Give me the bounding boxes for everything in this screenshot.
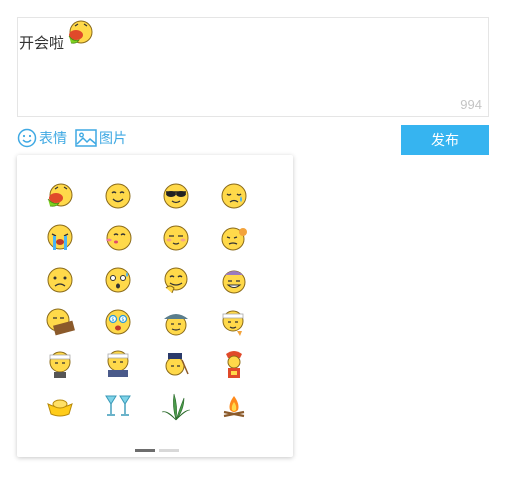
- emoji-plant[interactable]: [147, 385, 205, 427]
- headband-laptop-emoji-icon: [107, 350, 129, 377]
- emoji-shy[interactable]: [147, 217, 205, 259]
- hat-grin-emoji-icon: [222, 270, 246, 294]
- vomit-emoji-icon: [65, 18, 95, 52]
- emoji-bawl[interactable]: [31, 217, 89, 259]
- sunglasses-emoji-icon: [163, 183, 189, 209]
- beach-hat-emoji-icon: [164, 314, 188, 336]
- emoji-scared[interactable]: [89, 259, 147, 301]
- emoji-tool-label: 表情: [39, 130, 67, 146]
- emoji-tear[interactable]: [205, 175, 263, 217]
- emoji-grin-hat[interactable]: [205, 259, 263, 301]
- emoji-headband-laptop[interactable]: [89, 343, 147, 385]
- emoji-sad[interactable]: [31, 259, 89, 301]
- plant-icon: [161, 393, 191, 421]
- emoji-gold-ingot[interactable]: [31, 385, 89, 427]
- emoji-pager: [135, 449, 179, 452]
- editor-content: 开会啦: [19, 20, 95, 53]
- post-editor[interactable]: 开会啦 994: [17, 17, 489, 117]
- tear-emoji-icon: [221, 183, 247, 209]
- sad-emoji-icon: [47, 267, 73, 293]
- emoji-panel: $ $: [17, 155, 293, 457]
- emoji-god-of-wealth[interactable]: [205, 343, 263, 385]
- smile-emoji-icon: [105, 183, 131, 209]
- emoji-tool-button[interactable]: 表情: [17, 128, 67, 148]
- emoji-campfire[interactable]: [205, 385, 263, 427]
- char-count: 994: [460, 97, 482, 112]
- cheers-glasses-icon: [105, 395, 131, 416]
- emoji-vomit[interactable]: [31, 175, 89, 217]
- kiss-emoji-icon: [106, 225, 132, 251]
- emoji-sign[interactable]: [31, 301, 89, 343]
- sign-holding-emoji-icon: [46, 308, 75, 336]
- pager-dot-1[interactable]: [135, 449, 155, 452]
- emoji-kiss[interactable]: [89, 217, 147, 259]
- image-icon: [75, 129, 97, 147]
- emoji-smile[interactable]: [89, 175, 147, 217]
- emoji-grid: $ $: [31, 175, 263, 427]
- bawl-emoji-icon: [47, 224, 73, 250]
- emoji-scholar[interactable]: [147, 343, 205, 385]
- scared-emoji-icon: [105, 267, 131, 293]
- emoji-giggle[interactable]: [147, 259, 205, 301]
- emoji-beach-hat[interactable]: [147, 301, 205, 343]
- pager-dot-2[interactable]: [159, 449, 179, 452]
- editor-text: 开会啦: [19, 35, 65, 52]
- grumpy-emoji-icon: [221, 227, 247, 251]
- emoji-money-eyes[interactable]: $ $: [89, 301, 147, 343]
- editor-toolbar: 表情 图片: [17, 126, 135, 150]
- headband-guy-emoji-icon: [49, 351, 71, 378]
- emoji-headband-guy[interactable]: [31, 343, 89, 385]
- scholar-emoji-icon: [165, 353, 189, 376]
- publish-button[interactable]: 发布: [401, 125, 489, 155]
- vomit-emoji-icon: [47, 183, 73, 207]
- god-of-wealth-emoji-icon: [226, 351, 242, 378]
- gold-ingot-icon: [47, 399, 73, 417]
- emoji-cheers[interactable]: [89, 385, 147, 427]
- money-eyes-emoji-icon: $ $: [105, 309, 131, 335]
- emoji-headband[interactable]: [205, 301, 263, 343]
- giggle-emoji-icon: [164, 267, 188, 294]
- shy-emoji-icon: [163, 225, 189, 251]
- campfire-icon: [223, 396, 245, 418]
- image-tool-button[interactable]: 图片: [75, 128, 127, 148]
- headband-emoji-icon: [222, 310, 244, 336]
- svg-text:$: $: [121, 317, 124, 323]
- svg-text:$: $: [111, 317, 114, 323]
- smiley-icon: [17, 128, 37, 148]
- image-tool-label: 图片: [99, 130, 127, 146]
- emoji-grumpy[interactable]: [205, 217, 263, 259]
- emoji-cool[interactable]: [147, 175, 205, 217]
